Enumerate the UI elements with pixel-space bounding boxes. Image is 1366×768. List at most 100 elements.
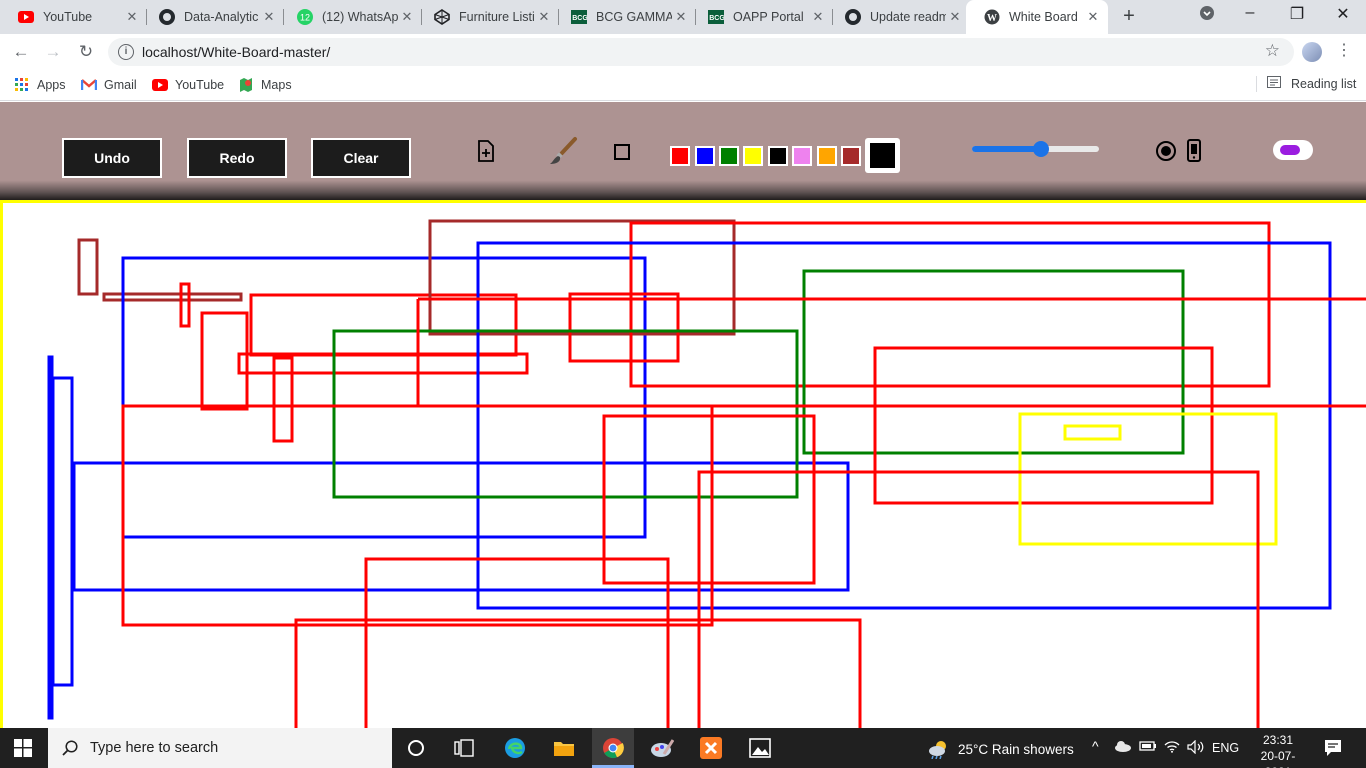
drawn-rectangle (72, 461, 850, 592)
tab-title: YouTube (43, 10, 93, 24)
omnibox[interactable]: i localhost/White-Board-master/ ☆ (108, 38, 1294, 66)
onedrive-icon[interactable] (1114, 740, 1132, 755)
bookmark-maps[interactable]: Maps (238, 77, 292, 93)
drawn-rectangle (629, 221, 1271, 388)
file-explorer-icon[interactable] (552, 736, 576, 760)
drawn-rectangle (873, 346, 1214, 505)
url-text[interactable]: localhost/White-Board-master/ (142, 44, 330, 60)
close-tab-icon[interactable]: ✕ (672, 9, 690, 25)
record-icon[interactable] (1155, 140, 1177, 162)
gmail-icon (81, 77, 97, 93)
close-tab-icon[interactable]: ✕ (535, 9, 553, 25)
bookmark-gmail[interactable]: Gmail (81, 77, 137, 93)
reload-icon[interactable]: ↻ (75, 41, 97, 63)
close-window-icon[interactable]: ✕ (1329, 4, 1357, 24)
restore-icon[interactable]: ❐ (1283, 4, 1311, 24)
windows-start-icon[interactable] (14, 739, 32, 762)
paint-icon[interactable] (650, 736, 674, 760)
photos-icon[interactable] (748, 736, 772, 760)
close-tab-icon[interactable]: ✕ (260, 9, 278, 25)
bookmark-star-icon[interactable]: ☆ (1265, 41, 1280, 61)
tab-title: Update readm (870, 10, 946, 24)
svg-text:BCG: BCG (709, 15, 724, 22)
show-hidden-icons-icon[interactable]: ^ (1092, 738, 1099, 754)
tab-data-analytics[interactable]: Data-Analytic ✕ (141, 0, 284, 34)
wordpress-icon: W (984, 9, 1000, 25)
color-swatch[interactable] (841, 146, 861, 166)
bcg-icon: BCG (708, 9, 724, 25)
wifi-icon[interactable] (1164, 740, 1180, 756)
drawn-rectangle (51, 376, 74, 687)
drawing-canvas[interactable] (0, 200, 1366, 728)
notification-center-icon[interactable] (1324, 739, 1342, 762)
profile-avatar[interactable] (1302, 42, 1322, 62)
brush-size-slider-thumb[interactable] (1033, 141, 1050, 157)
tab-search-icon[interactable] (1193, 5, 1221, 26)
color-swatch[interactable] (743, 146, 763, 166)
edge-icon[interactable] (503, 736, 527, 760)
codepen-icon (434, 9, 450, 25)
color-swatch[interactable] (695, 146, 715, 166)
weather-widget[interactable]: 25°C Rain showers (928, 739, 1074, 759)
volume-icon[interactable] (1187, 739, 1205, 757)
tab-oapp-portal[interactable]: BCG OAPP Portal ✕ (690, 0, 833, 34)
color-swatch[interactable] (792, 146, 812, 166)
back-icon[interactable]: ← (10, 41, 32, 63)
menu-kebab-icon[interactable]: ⋮ (1336, 40, 1352, 60)
xampp-icon[interactable] (699, 736, 723, 760)
close-tab-icon[interactable]: ✕ (1084, 9, 1102, 25)
color-swatch[interactable] (768, 146, 788, 166)
tab-whatsapp[interactable]: 12 (12) WhatsAp ✕ (279, 0, 422, 34)
drawing-surface[interactable] (0, 200, 1366, 728)
bookmark-label: Apps (37, 78, 66, 92)
tab-bcg-gamma[interactable]: BCG BCG GAMMA ✕ (553, 0, 696, 34)
cortana-icon[interactable] (404, 736, 428, 760)
mobile-device-icon[interactable] (1186, 139, 1202, 163)
color-swatch[interactable] (719, 146, 739, 166)
redo-button[interactable]: Redo (187, 138, 287, 178)
github-icon (159, 9, 175, 25)
tab-title: Furniture Listi (459, 10, 535, 24)
tab-white-board[interactable]: W White Board ✕ (966, 0, 1108, 34)
taskbar-clock[interactable]: 23:31 20-07-2021 (1250, 732, 1306, 768)
tab-youtube[interactable]: YouTube ✕ (0, 0, 147, 34)
tab-update-readme[interactable]: Update readm ✕ (827, 0, 970, 34)
undo-button[interactable]: Undo (62, 138, 162, 178)
close-tab-icon[interactable]: ✕ (809, 9, 827, 25)
tab-furniture-listing[interactable]: Furniture Listi ✕ (416, 0, 559, 34)
site-info-icon[interactable]: i (118, 44, 134, 60)
bookmark-youtube[interactable]: YouTube (152, 77, 224, 93)
weather-text: 25°C Rain showers (958, 741, 1074, 757)
bookmarks-bar: Apps Gmail YouTube Maps Reading list (0, 70, 1366, 101)
tab-strip: YouTube ✕ Data-Analytic ✕ 12 (12) WhatsA… (0, 0, 1366, 34)
color-swatch[interactable] (670, 146, 690, 166)
new-page-icon[interactable] (476, 140, 496, 162)
clear-button[interactable]: Clear (311, 138, 411, 178)
close-tab-icon[interactable]: ✕ (398, 9, 416, 25)
battery-icon[interactable] (1139, 740, 1157, 755)
close-tab-icon[interactable]: ✕ (123, 9, 141, 25)
forward-icon[interactable]: → (42, 41, 64, 63)
minimize-icon[interactable]: – (1236, 4, 1264, 22)
chrome-icon[interactable] (601, 736, 625, 760)
close-tab-icon[interactable]: ✕ (946, 9, 964, 25)
theme-toggle[interactable] (1273, 140, 1313, 160)
drawn-rectangle (179, 282, 191, 328)
reading-list-button[interactable]: Reading list (1256, 76, 1356, 92)
whatsapp-icon: 12 (297, 9, 313, 25)
tab-title: Data-Analytic (184, 10, 259, 24)
tab-title: BCG GAMMA (596, 10, 672, 24)
bookmark-apps[interactable]: Apps (14, 77, 66, 93)
rectangle-tool-icon[interactable] (612, 142, 632, 162)
bookmark-label: YouTube (175, 78, 225, 92)
color-swatch[interactable] (817, 146, 837, 166)
new-tab-button[interactable]: + (1117, 5, 1141, 29)
svg-text:W: W (987, 13, 997, 24)
brush-icon[interactable] (548, 136, 578, 166)
selected-color-swatch[interactable] (865, 138, 900, 173)
taskbar-search-box[interactable]: Type here to search (48, 728, 392, 768)
drawn-rectangle (294, 618, 862, 728)
task-view-icon[interactable] (452, 736, 476, 760)
brush-size-slider[interactable] (972, 141, 1099, 157)
language-indicator[interactable]: ENG (1212, 741, 1239, 755)
